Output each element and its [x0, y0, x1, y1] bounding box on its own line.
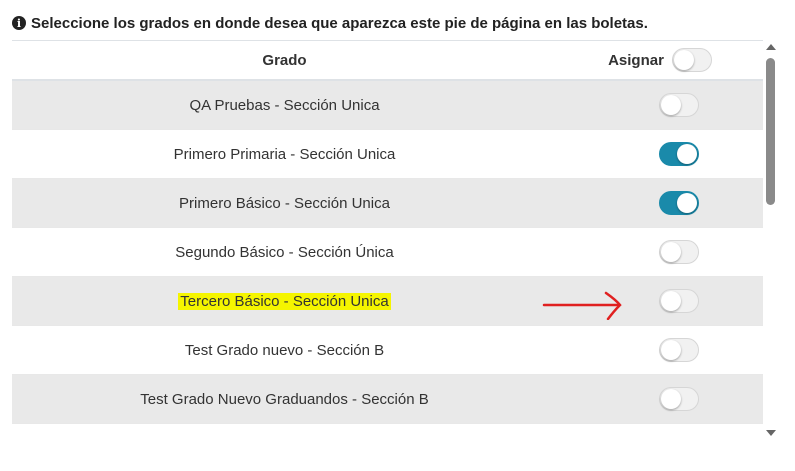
- assign-toggle[interactable]: [659, 93, 699, 117]
- asignar-cell: [557, 338, 763, 362]
- info-icon: i: [12, 16, 26, 30]
- header-asignar-label: Asignar: [608, 51, 664, 69]
- asignar-cell: [557, 142, 763, 166]
- grado-cell: QA Pruebas - Sección Unica: [12, 97, 557, 114]
- assign-toggle[interactable]: [659, 387, 699, 411]
- asignar-cell: [557, 93, 763, 117]
- grado-name: Tercero Básico - Sección Unica: [178, 292, 391, 310]
- table-row: QA Pruebas - Sección Unica: [12, 81, 763, 130]
- table-row: Test Grado nuevo - Sección B: [12, 326, 763, 375]
- table-row: Primero Primaria - Sección Unica: [12, 130, 763, 179]
- toggle-knob: [661, 95, 681, 115]
- asignar-cell: [557, 191, 763, 215]
- grado-cell: Primero Primaria - Sección Unica: [12, 146, 557, 163]
- toggle-knob: [661, 242, 681, 262]
- assign-toggle[interactable]: [659, 142, 699, 166]
- header-asignar: Asignar: [557, 48, 763, 72]
- notice-text: Seleccione los grados en donde desea que…: [31, 14, 648, 32]
- table-row: Test Grado Nuevo Graduandos - Sección B: [12, 375, 763, 424]
- grado-name: Segundo Básico - Sección Única: [175, 243, 394, 261]
- grades-table: Grado Asignar QA Pruebas - Sección Unica…: [12, 40, 763, 440]
- notice-text-line: i Seleccione los grados en donde desea q…: [12, 13, 648, 33]
- grado-cell: Segundo Básico - Sección Única: [12, 244, 557, 261]
- table-header: Grado Asignar: [12, 40, 763, 81]
- grado-name: QA Pruebas - Sección Unica: [189, 96, 380, 114]
- table-row: Primero Básico - Sección Unica: [12, 179, 763, 228]
- toggle-knob: [661, 340, 681, 360]
- toggle-knob: [677, 193, 697, 213]
- scroll-thumb[interactable]: [766, 58, 775, 205]
- assign-toggle[interactable]: [659, 289, 699, 313]
- table-body: QA Pruebas - Sección Unica Primero Primar…: [12, 81, 763, 424]
- grado-name: Primero Básico - Sección Unica: [179, 194, 390, 212]
- scrollbar[interactable]: [764, 40, 778, 440]
- toggle-knob: [661, 389, 681, 409]
- toggle-knob: [661, 291, 681, 311]
- assign-toggle[interactable]: [659, 338, 699, 362]
- grado-name: Test Grado nuevo - Sección B: [184, 341, 385, 359]
- assign-toggle[interactable]: [659, 191, 699, 215]
- grado-cell: Tercero Básico - Sección Unica: [12, 292, 557, 310]
- assign-toggle[interactable]: [659, 240, 699, 264]
- table-row: Segundo Básico - Sección Única: [12, 228, 763, 277]
- grado-cell: Primero Básico - Sección Unica: [12, 195, 557, 212]
- asignar-cell: [557, 240, 763, 264]
- grado-cell: Test Grado Nuevo Graduandos - Sección B: [12, 391, 557, 408]
- assign-all-toggle[interactable]: [671, 48, 712, 72]
- scroll-up-arrow[interactable]: [766, 44, 776, 50]
- grado-cell: Test Grado nuevo - Sección B: [12, 342, 557, 359]
- header-grado: Grado: [262, 51, 307, 69]
- grado-name: Test Grado Nuevo Graduandos - Sección B: [140, 390, 429, 408]
- red-arrow-annotation: [542, 291, 622, 320]
- asignar-cell: [557, 387, 763, 411]
- scroll-down-arrow[interactable]: [766, 430, 776, 436]
- grado-name: Primero Primaria - Sección Unica: [173, 145, 396, 163]
- toggle-knob: [677, 144, 697, 164]
- toggle-knob: [673, 50, 694, 70]
- table-row: Tercero Básico - Sección Unica: [12, 277, 763, 326]
